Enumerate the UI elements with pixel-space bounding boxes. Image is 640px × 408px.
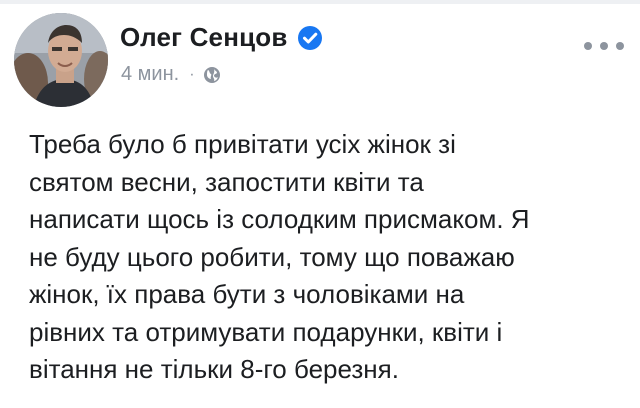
author-avatar[interactable] — [14, 13, 108, 107]
author-name[interactable]: Олег Сенцов — [120, 22, 288, 53]
dot-1 — [584, 42, 592, 50]
dot-3 — [616, 42, 624, 50]
more-options-icon[interactable] — [584, 36, 624, 56]
dot-2 — [600, 42, 608, 50]
author-row: Олег Сенцов — [120, 22, 323, 53]
post-timestamp[interactable]: 4 мин. — [121, 63, 179, 86]
top-divider — [0, 0, 640, 4]
globe-icon[interactable] — [203, 66, 221, 84]
meta-separator: · — [189, 65, 195, 83]
verified-badge-icon — [297, 25, 323, 51]
facebook-post: Олег Сенцов 4 мин. · Треба було б привіт… — [0, 0, 640, 408]
post-meta: 4 мин. · — [121, 63, 221, 86]
post-text: Треба було б привітати усіх жінок зі свя… — [29, 129, 530, 384]
avatar-photo — [14, 13, 108, 107]
